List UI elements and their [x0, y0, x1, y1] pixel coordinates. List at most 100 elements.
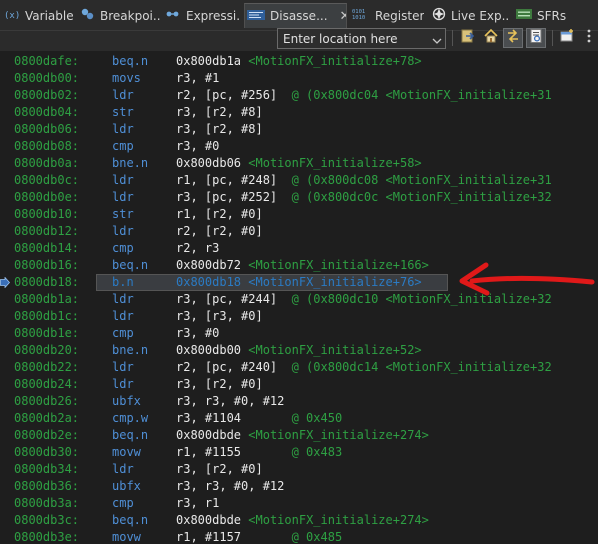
disassembly-row[interactable]: 0800db24: ldr r3, [r2, #0]	[0, 376, 598, 393]
go-to-location-button[interactable]	[458, 28, 478, 48]
instruction-operands: r1, #1157 @ 0x485	[176, 529, 342, 544]
tab-expressions[interactable]: Expressi...	[165, 3, 241, 28]
instruction-operands: r3, [pc, #244] @ (0x800dc10 <MotionFX_in…	[176, 291, 552, 308]
disassembly-row[interactable]: 0800db04: str r3, [r2, #8]	[0, 104, 598, 121]
close-icon[interactable]: ✕	[340, 9, 346, 24]
location-field[interactable]	[277, 28, 446, 49]
disassembly-listing[interactable]: 0800dafe: beq.n 0x800db1a <MotionFX_initia…	[0, 51, 598, 544]
operand-text: 0x800db00	[176, 343, 242, 357]
disassembly-row[interactable]: 0800dafe: beq.n 0x800db1a <MotionFX_initia…	[0, 53, 598, 70]
disassembly-row[interactable]: 0800db00: movs r3, #1	[0, 70, 598, 87]
sfrs-icon	[516, 8, 532, 23]
disassembly-row[interactable]: 0800db36: ubfx r3, r3, #0, #12	[0, 478, 598, 495]
instruction-operands: r3, [r3, #0]	[176, 308, 263, 325]
instruction-address: 0800db1e:	[14, 326, 80, 340]
disassembly-row[interactable]: 0800db20: bne.n 0x800db00 <MotionFX_initia…	[0, 342, 598, 359]
instruction-operands: r3, r1	[176, 495, 219, 512]
instruction-operands: r2, [pc, #256] @ (0x800dc04 <MotionFX_in…	[176, 87, 552, 104]
disassembly-row[interactable]: 0800db22: ldr r2, [pc, #240] @ (0x800dc14 …	[0, 359, 598, 376]
instruction-mnemonic: ldr	[112, 224, 134, 238]
tab-disassembly[interactable]: Disasse... ✕	[244, 3, 347, 28]
instruction-mnemonic: ubfx	[112, 479, 141, 493]
tab-sfrs[interactable]: SFRs	[516, 3, 576, 28]
disassembly-row[interactable]: 0800db10: str r1, [r2, #0]	[0, 206, 598, 223]
operand-text: r3, [r2, #8]	[176, 122, 263, 136]
disassembly-row[interactable]: 0800db06: ldr r3, [r2, #8]	[0, 121, 598, 138]
disassembly-row[interactable]: 0800db2a: cmp.w r3, #1104 @ 0x450	[0, 410, 598, 427]
disassembly-row[interactable]: 0800db3c: beq.n 0x800dbde <MotionFX_initia…	[0, 512, 598, 529]
disassembly-row[interactable]: 0800db3a: cmp r3, r1	[0, 495, 598, 512]
instruction-address: 0800db14:	[14, 241, 80, 255]
instruction-comment: @ (0x800dc04 <MotionFX_initialize+31	[277, 88, 552, 102]
disassembly-row[interactable]: 0800db1e: cmp r3, #0	[0, 325, 598, 342]
chevron-down-icon[interactable]	[431, 32, 443, 44]
operand-text: r2, [pc, #240]	[176, 360, 278, 374]
instruction-mnemonic: cmp	[112, 496, 134, 510]
tab-registers[interactable]: 01011010 Registers	[352, 3, 424, 28]
view-menu-button[interactable]	[579, 28, 598, 48]
operand-text: r3, #1104	[176, 411, 242, 425]
disassembly-row[interactable]: 0800db34: ldr r3, [r2, #0]	[0, 461, 598, 478]
location-input[interactable]	[283, 31, 421, 46]
instruction-operands: r3, [r2, #0]	[176, 376, 263, 393]
tab-live-expressions[interactable]: Live Exp...	[432, 3, 510, 28]
toolbar-separator	[452, 30, 453, 46]
operand-text: r3, r1	[176, 496, 220, 510]
instruction-mnemonic: ldr	[112, 292, 134, 306]
instruction-mnemonic: beq.n	[112, 258, 149, 272]
disassembly-row[interactable]: 0800db08: cmp r3, #0	[0, 138, 598, 155]
instruction-address: 0800db3a:	[14, 496, 80, 510]
instruction-mnemonic: cmp	[112, 326, 134, 340]
instruction-address: 0800db08:	[14, 139, 80, 153]
disassembly-row[interactable]: 0800db30: movw r1, #1155 @ 0x483	[0, 444, 598, 461]
tab-label: Live Exp...	[451, 8, 510, 23]
show-source-icon	[528, 28, 544, 48]
instruction-mnemonic: ldr	[112, 190, 134, 204]
show-source-button[interactable]	[526, 28, 546, 48]
instruction-address: 0800db2a:	[14, 411, 80, 425]
instruction-operands: r2, [pc, #240] @ (0x800dc14 <MotionFX_in…	[176, 359, 552, 376]
tab-label: Disasse...	[270, 9, 328, 23]
instruction-mnemonic: cmp	[112, 139, 134, 153]
operand-text: r3, [r2, #0]	[176, 377, 263, 391]
disassembly-row[interactable]: 0800db1a: ldr r3, [pc, #244] @ (0x800dc10 …	[0, 291, 598, 308]
instruction-operands: 0x800db72 <MotionFX_initialize+166>	[176, 257, 429, 274]
instruction-operands: 0x800dbde <MotionFX_initialize+274>	[176, 427, 429, 444]
expressions-icon	[165, 8, 181, 23]
new-view-button[interactable]	[557, 28, 577, 48]
disassembly-row[interactable]: 0800db0c: ldr r1, [pc, #248] @ (0x800dc08 …	[0, 172, 598, 189]
disassembly-row[interactable]: 0800db26: ubfx r3, r3, #0, #12	[0, 393, 598, 410]
instruction-address: 0800db12:	[14, 224, 80, 238]
breakpoints-icon	[81, 8, 95, 23]
instruction-address: 0800db2e:	[14, 428, 80, 442]
instruction-operands: r3, r3, #0, #12	[176, 393, 284, 410]
instruction-address: 0800db1a:	[14, 292, 80, 306]
disassembly-row[interactable]: 0800db1c: ldr r3, [r3, #0]	[0, 308, 598, 325]
home-button[interactable]	[481, 28, 501, 48]
operand-text: 0x800dbde	[176, 513, 242, 527]
disassembly-row[interactable]: 0800db16: beq.n 0x800db72 <MotionFX_initia…	[0, 257, 598, 274]
operand-text: r3, #0	[176, 139, 220, 153]
instruction-address: 0800db22:	[14, 360, 80, 374]
disassembly-row[interactable]: 0800db0e: ldr r3, [pc, #252] @ (0x800dc0c …	[0, 189, 598, 206]
symbol-reference: <MotionFX_initialize+274>	[248, 428, 429, 442]
tab-variables[interactable]: (x)= Variables	[4, 3, 74, 28]
instruction-mnemonic: movw	[112, 530, 141, 544]
disassembly-row[interactable]: 0800db0a: bne.n 0x800db06 <MotionFX_initia…	[0, 155, 598, 172]
instruction-address: 0800db0e:	[14, 190, 80, 204]
link-with-editor-button[interactable]	[503, 28, 523, 48]
tab-breakpoints[interactable]: Breakpoi...	[81, 3, 160, 28]
disassembly-row[interactable]: 0800db3e: movw r1, #1157 @ 0x485	[0, 529, 598, 544]
disassembly-row[interactable]: 0800db02: ldr r2, [pc, #256] @ (0x800dc04 …	[0, 87, 598, 104]
current-instruction-row[interactable]: 0800db18: b.n 0x800db18 <MotionFX_initiali…	[0, 274, 598, 291]
disassembly-row[interactable]: 0800db2e: beq.n 0x800dbde <MotionFX_initia…	[0, 427, 598, 444]
instruction-mnemonic: beq.n	[112, 513, 149, 527]
instruction-operands: r1, [pc, #248] @ (0x800dc08 <MotionFX_in…	[176, 172, 552, 189]
live-expressions-icon	[432, 7, 446, 24]
instruction-address: 0800db20:	[14, 343, 80, 357]
disassembly-row[interactable]: 0800db12: ldr r2, [r2, #0]	[0, 223, 598, 240]
operand-text: r3, #0	[176, 326, 220, 340]
tab-label: Registers	[375, 8, 424, 23]
disassembly-row[interactable]: 0800db14: cmp r2, r3	[0, 240, 598, 257]
operand-text: r3, r3, #0, #12	[176, 479, 285, 493]
